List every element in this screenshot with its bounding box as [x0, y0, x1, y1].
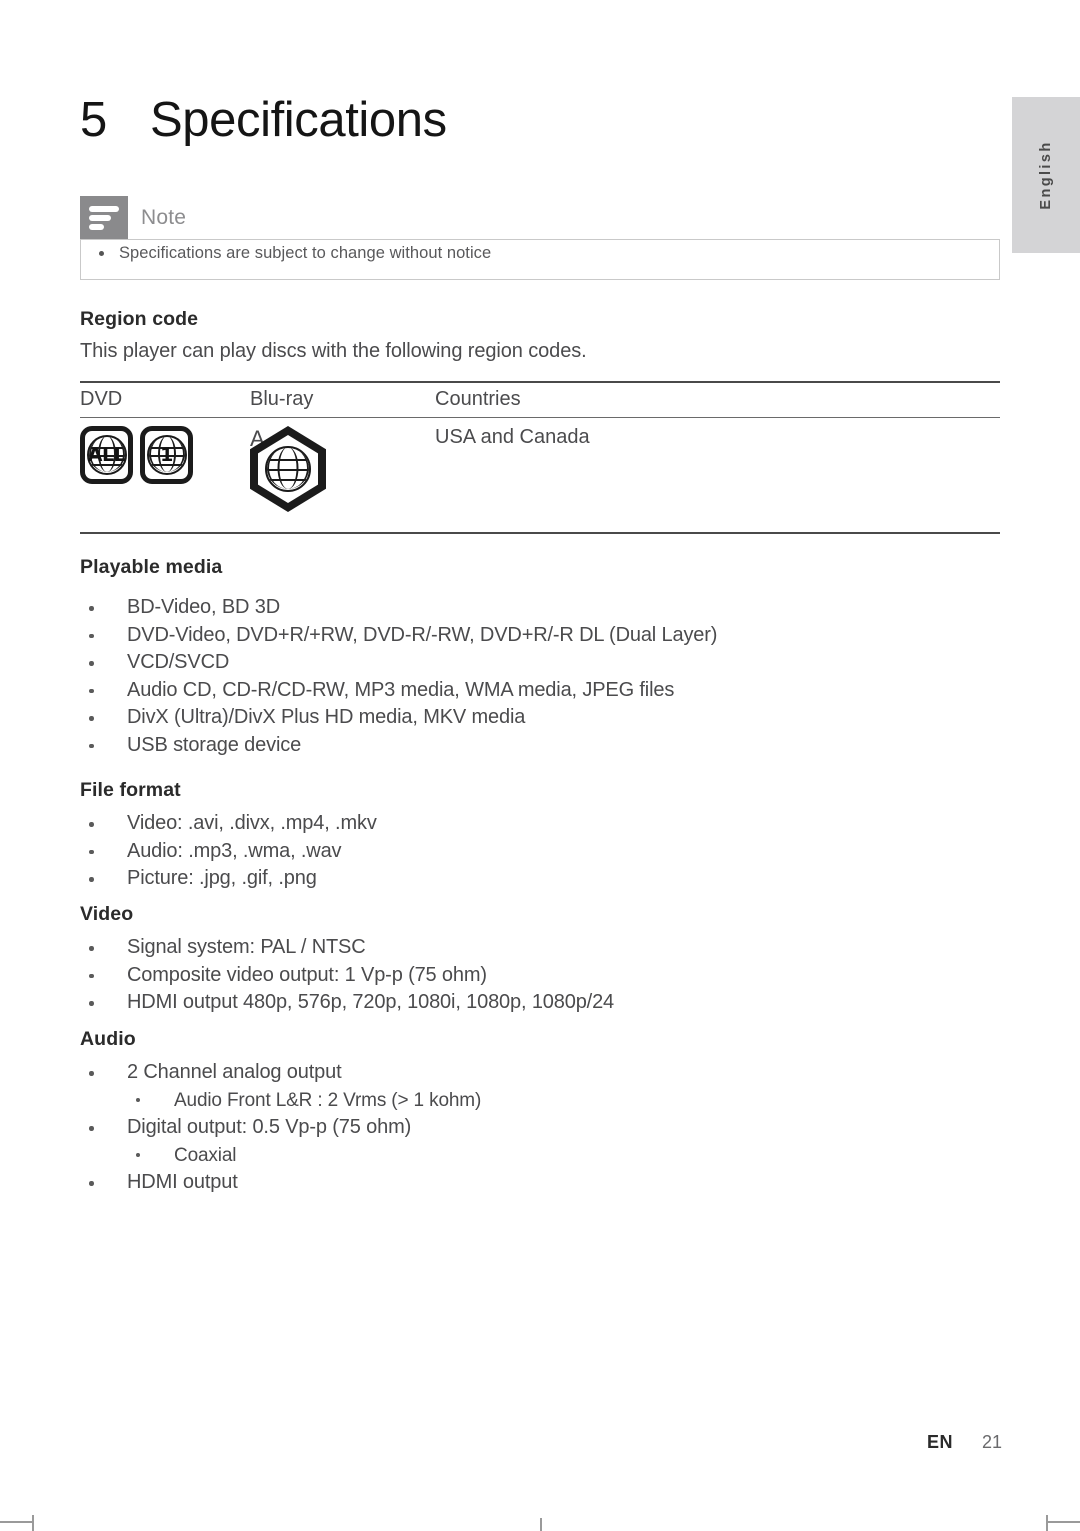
file-format-heading: File format [80, 779, 181, 801]
list-item: 2 Channel analog output [80, 1059, 481, 1087]
list-item: USB storage device [80, 732, 717, 760]
playable-media-section: Playable media BD-Video, BD 3D DVD-Video… [80, 556, 717, 759]
list-item: Picture: .jpg, .gif, .png [80, 865, 377, 893]
region-code-description: This player can play discs with the foll… [80, 340, 587, 362]
crop-mark-bottom-right [1046, 1521, 1080, 1523]
playable-media-list: BD-Video, BD 3D DVD-Video, DVD+R/+RW, DV… [80, 594, 717, 759]
video-section: Video Signal system: PAL / NTSC Composit… [80, 903, 614, 1017]
language-tab-label: English [1038, 140, 1054, 210]
list-item: DVD-Video, DVD+R/+RW, DVD-R/-RW, DVD+R/-… [80, 622, 717, 650]
bluray-region-a-icon: A [250, 426, 326, 512]
dvd-region-all-icon: ALL [80, 426, 133, 484]
audio-heading: Audio [80, 1028, 136, 1050]
note-box: Note Specifications are subject to chang… [80, 196, 1000, 280]
file-format-list: Video: .avi, .divx, .mp4, .mkv Audio: .m… [80, 810, 377, 893]
list-item: DivX (Ultra)/DivX Plus HD media, MKV med… [80, 704, 717, 732]
table-header-row: DVD Blu-ray Countries [80, 383, 1000, 417]
bullet-icon [99, 251, 104, 256]
list-item: Audio: .mp3, .wma, .wav [80, 838, 377, 866]
table-row: ALL 1 A USA and Canada [80, 418, 1000, 532]
list-item-sub: Audio Front L&R : 2 Vrms (> 1 kohm) [80, 1087, 481, 1115]
language-tab-english: English [1012, 97, 1080, 253]
video-heading: Video [80, 903, 134, 925]
note-lines-icon [80, 196, 128, 239]
page-footer: EN 21 [0, 1432, 1002, 1453]
column-header-countries: Countries [435, 388, 521, 410]
note-title: Note [141, 205, 187, 229]
playable-media-heading: Playable media [80, 556, 223, 578]
region-code-table: DVD Blu-ray Countries ALL 1 A USA and Ca… [80, 381, 1000, 534]
note-item-text: Specifications are subject to change wit… [119, 244, 492, 262]
list-item: Signal system: PAL / NTSC [80, 934, 614, 962]
list-item: VCD/SVCD [80, 649, 717, 677]
list-item: Composite video output: 1 Vp-p (75 ohm) [80, 962, 614, 990]
region-code-section: Region code This player can play discs w… [80, 308, 587, 363]
crop-mark-bottom-right-vertical [1046, 1515, 1048, 1531]
audio-list: 2 Channel analog output Audio Front L&R … [80, 1059, 481, 1197]
dvd-region-1-icon: 1 [140, 426, 193, 484]
list-item: Video: .avi, .divx, .mp4, .mkv [80, 810, 377, 838]
chapter-number: 5 [80, 93, 107, 147]
list-item: Audio CD, CD-R/CD-RW, MP3 media, WMA med… [80, 677, 717, 705]
note-body: Specifications are subject to change wit… [80, 239, 1000, 280]
dvd-badge-label-1: 1 [160, 444, 173, 466]
list-item: Digital output: 0.5 Vp-p (75 ohm) [80, 1114, 481, 1142]
column-header-dvd: DVD [80, 388, 123, 410]
crop-mark-bottom-left-vertical [32, 1515, 34, 1531]
list-item: BD-Video, BD 3D [80, 594, 717, 622]
dvd-badge-label-all: ALL [87, 444, 126, 466]
crop-mark-bottom-center [540, 1518, 542, 1531]
cell-bluray-badge: A [250, 426, 435, 532]
audio-section: Audio 2 Channel analog output Audio Fron… [80, 1028, 481, 1197]
list-item-sub: Coaxial [80, 1142, 481, 1170]
cell-dvd-badges: ALL 1 [80, 426, 250, 532]
list-item: HDMI output [80, 1169, 481, 1197]
video-list: Signal system: PAL / NTSC Composite vide… [80, 934, 614, 1017]
file-format-section: File format Video: .avi, .divx, .mp4, .m… [80, 779, 377, 893]
footer-page-number: 21 [981, 1432, 1002, 1452]
chapter-title: Specifications [150, 93, 447, 147]
note-header: Note [80, 196, 1000, 239]
list-item: HDMI output 480p, 576p, 720p, 1080i, 108… [80, 989, 614, 1017]
region-code-heading: Region code [80, 308, 199, 330]
crop-mark-bottom-left [0, 1521, 34, 1523]
footer-language-code: EN [926, 1432, 953, 1452]
page-title: 5 Specifications [80, 92, 447, 148]
table-rule-bottom [80, 532, 1000, 534]
cell-countries: USA and Canada [435, 426, 590, 448]
column-header-bluray: Blu-ray [250, 388, 314, 410]
globe-icon [265, 446, 311, 492]
